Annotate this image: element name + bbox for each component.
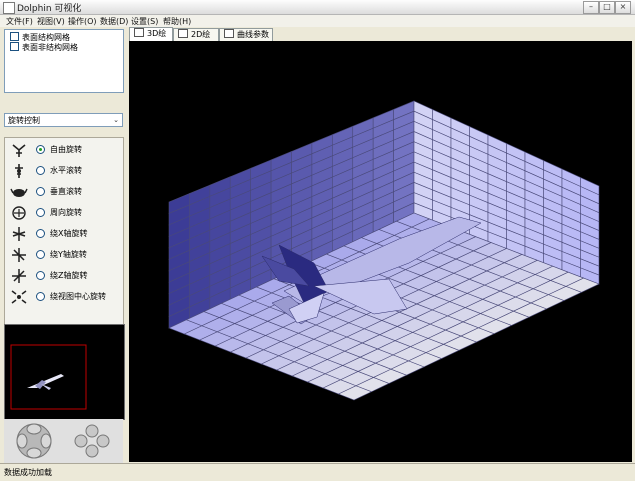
menu-bar: 文件(F) 视图(V) 操作(O) 数据(D) 设置(S) 帮助(H) bbox=[0, 15, 635, 27]
menu-data[interactable]: 数据(D) bbox=[100, 16, 128, 27]
radio[interactable] bbox=[36, 166, 45, 175]
control-mode-select[interactable]: 旋转控制 ⌄ bbox=[4, 113, 123, 127]
radio[interactable] bbox=[36, 208, 45, 217]
select-value: 旋转控制 bbox=[8, 116, 40, 125]
view-center-rotate-icon bbox=[11, 290, 27, 304]
rotation-option-z-axis[interactable]: 绕Z轴旋转 bbox=[5, 266, 123, 286]
z-axis-rotate-icon bbox=[12, 269, 26, 283]
menu-settings[interactable]: 设置(S) bbox=[131, 16, 158, 27]
menu-file[interactable]: 文件(F) bbox=[6, 16, 33, 27]
3d-plot-icon bbox=[134, 28, 144, 37]
checkbox[interactable] bbox=[10, 42, 19, 51]
3d-viewport[interactable] bbox=[129, 41, 632, 462]
rotation-option-y-axis[interactable]: 绕Y轴旋转 bbox=[5, 245, 123, 265]
horizontal-roll-icon bbox=[15, 164, 23, 178]
minimize-button[interactable]: – bbox=[583, 1, 599, 14]
rotation-option-view-center[interactable]: 绕视图中心旋转 bbox=[5, 287, 123, 307]
rotation-option-vertical-roll[interactable]: 垂直滚转 bbox=[5, 182, 123, 202]
rotation-option-circumferential[interactable]: 周向旋转 bbox=[5, 203, 123, 223]
vertical-roll-icon bbox=[10, 188, 28, 197]
chevron-down-icon[interactable]: ⌄ bbox=[111, 115, 121, 125]
nav-canvas bbox=[16, 423, 110, 459]
app-icon bbox=[3, 2, 15, 14]
left-pane: 表面结构网格 表面非结构网格 旋转控制 ⌄ 自由旋转 水平滚转 垂直滚转 周向旋… bbox=[0, 27, 128, 463]
radio[interactable] bbox=[36, 229, 45, 238]
close-button[interactable]: × bbox=[615, 1, 631, 14]
menu-view[interactable]: 视图(V) bbox=[37, 16, 65, 27]
checkbox[interactable] bbox=[10, 32, 19, 41]
radio[interactable] bbox=[36, 292, 45, 301]
rotation-option-free[interactable]: 自由旋转 bbox=[5, 140, 123, 160]
curve-params-icon bbox=[224, 29, 234, 38]
pan-pad-icon[interactable] bbox=[74, 424, 110, 458]
rotation-options: 自由旋转 水平滚转 垂直滚转 周向旋转 绕X轴旋转 绕Y轴旋转 绕Z轴旋转 绕视… bbox=[4, 137, 124, 347]
view-tabs: 3D绘图 2D绘图 曲线参数 bbox=[128, 27, 635, 51]
rotation-option-x-axis[interactable]: 绕X轴旋转 bbox=[5, 224, 123, 244]
radio[interactable] bbox=[36, 271, 45, 280]
menu-operate[interactable]: 操作(O) bbox=[68, 16, 97, 27]
2d-plot-icon bbox=[178, 29, 188, 38]
preview-canvas bbox=[10, 344, 87, 410]
free-rotate-icon bbox=[12, 144, 26, 157]
maximize-button[interactable]: □ bbox=[599, 1, 615, 14]
check-structured-grid[interactable]: 表面结构网格 bbox=[10, 32, 70, 42]
x-axis-rotate-icon bbox=[12, 227, 26, 241]
rotation-option-horizontal-roll[interactable]: 水平滚转 bbox=[5, 161, 123, 181]
rotate-pad-icon[interactable] bbox=[16, 423, 52, 459]
window-title: Dolphin 可视化 bbox=[17, 4, 82, 14]
tab-curve-params[interactable]: 曲线参数 bbox=[219, 28, 273, 41]
preview-frame bbox=[10, 344, 87, 410]
grid-type-list: 表面结构网格 表面非结构网格 bbox=[4, 29, 124, 93]
status-bar: 数据成功加载 bbox=[0, 463, 635, 481]
3d-scene[interactable] bbox=[129, 41, 632, 462]
tab-3d-plot[interactable]: 3D绘图 bbox=[129, 27, 173, 50]
navigation-controls bbox=[4, 419, 123, 463]
menu-help[interactable]: 帮助(H) bbox=[163, 16, 191, 27]
radio[interactable] bbox=[36, 250, 45, 259]
y-axis-rotate-icon bbox=[12, 248, 26, 262]
radio[interactable] bbox=[36, 187, 45, 196]
title-bar: Dolphin 可视化 – □ × bbox=[0, 0, 635, 15]
tab-2d-plot[interactable]: 2D绘图 bbox=[173, 28, 219, 51]
circumferential-rotate-icon bbox=[12, 206, 26, 220]
preview-aircraft bbox=[27, 374, 64, 390]
radio[interactable] bbox=[36, 145, 45, 154]
overview-preview[interactable] bbox=[4, 324, 125, 420]
status-text: 数据成功加载 bbox=[4, 468, 52, 477]
check-unstructured-grid[interactable]: 表面非结构网格 bbox=[10, 42, 78, 52]
